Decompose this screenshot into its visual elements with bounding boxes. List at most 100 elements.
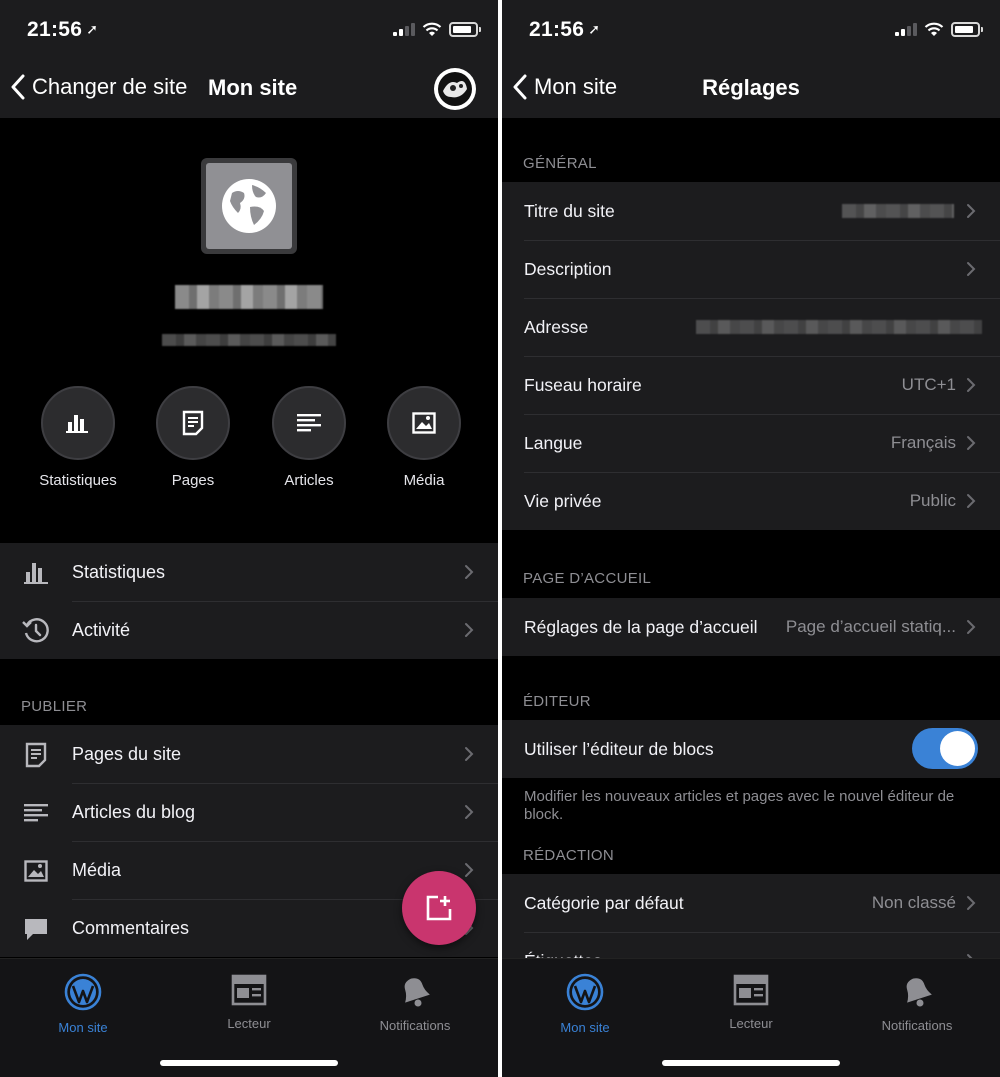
wifi-icon [422, 22, 442, 36]
pages-icon [156, 386, 230, 460]
list-item-statistiques[interactable]: Statistiques [0, 543, 498, 601]
setting-editeur-blocs: Utiliser l’éditeur de blocs [502, 720, 1000, 778]
setting-label: Utiliser l’éditeur de blocs [524, 738, 714, 759]
chevron-right-icon [465, 805, 474, 819]
list-item-label: Articles du blog [72, 801, 196, 822]
tab-bar: Mon site Lecteur Notifications [0, 958, 498, 1077]
setting-label: Langue [524, 432, 583, 453]
mon-site-screen: 21:56 ➚ Changer de site Mon site Statisti… [0, 0, 498, 1077]
setting-label: Réglages de la page d’accueil [524, 616, 758, 637]
tab-label: Mon site [58, 1020, 108, 1035]
status-time: 21:56 ➚ [27, 18, 99, 41]
setting-fuseau-horaire[interactable]: Fuseau horaire UTC+1 [502, 356, 1000, 414]
chevron-right-icon [967, 494, 976, 508]
site-icon[interactable] [201, 158, 297, 254]
signal-icon [895, 23, 917, 36]
bell-icon [906, 978, 932, 1007]
status-time: 21:56 ➚ [529, 18, 601, 41]
site-name-blurred [175, 285, 323, 309]
create-post-fab[interactable] [402, 871, 476, 945]
toggle-knob [940, 731, 975, 766]
chevron-right-icon [967, 620, 976, 634]
quick-action-label: Média [403, 472, 445, 489]
setting-titre-du-site[interactable]: Titre du site [502, 182, 1000, 240]
quick-action-articles[interactable]: Articles [254, 386, 364, 489]
pages-icon [22, 741, 50, 769]
setting-label: Vie privée [524, 490, 602, 511]
back-label: Changer de site [32, 74, 188, 99]
chevron-right-icon [967, 204, 976, 218]
tab-mon-site[interactable]: Mon site [18, 973, 148, 1035]
avatar[interactable] [434, 68, 476, 110]
tab-bar: Mon site Lecteur Notifications [502, 958, 1000, 1077]
section-header-redaction: RÉDACTION [523, 847, 615, 864]
wifi-icon [924, 22, 944, 36]
setting-adresse[interactable]: Adresse [502, 298, 1000, 356]
home-indicator[interactable] [662, 1060, 840, 1066]
list-item-activite[interactable]: Activité [0, 601, 498, 659]
tab-label: Notifications [881, 1018, 953, 1033]
battery-icon [449, 22, 481, 37]
status-bar: 21:56 ➚ [0, 0, 498, 62]
globe-icon [222, 179, 276, 233]
articles-icon [22, 799, 50, 827]
setting-label: Adresse [524, 316, 589, 337]
setting-value: Public [909, 491, 956, 510]
back-button[interactable]: Mon site [512, 74, 617, 100]
status-bar: 21:56 ➚ [502, 0, 1000, 62]
setting-label: Catégorie par défaut [524, 892, 684, 913]
setting-label: Description [524, 258, 612, 279]
quick-action-stats[interactable]: Statistiques [23, 386, 133, 489]
articles-icon [272, 386, 346, 460]
setting-categorie-par-defaut[interactable]: Catégorie par défaut Non classé [502, 874, 1000, 932]
quick-action-label: Statistiques [39, 472, 117, 489]
quick-action-pages[interactable]: Pages [138, 386, 248, 489]
quick-action-media[interactable]: Média [369, 386, 479, 489]
quick-action-label: Pages [171, 472, 215, 489]
editor-footnote: Modifier les nouveaux articles et pages … [524, 788, 955, 823]
setting-value: UTC+1 [901, 375, 956, 394]
new-post-icon [426, 895, 452, 921]
tab-notifications[interactable]: Notifications [350, 973, 480, 1033]
setting-description[interactable]: Description [502, 240, 1000, 298]
tab-label: Lecteur [729, 1016, 773, 1031]
setting-vie-privee[interactable]: Vie privée Public [502, 472, 1000, 530]
tab-label: Mon site [560, 1020, 610, 1035]
setting-value: Non classé [871, 893, 956, 912]
block-editor-toggle[interactable] [912, 728, 978, 769]
back-button[interactable]: Changer de site [10, 74, 187, 100]
nav-bar: Réglages Mon site [502, 62, 1000, 118]
homepage-settings-list: Réglages de la page d’accueil Page d’acc… [502, 598, 1000, 656]
bell-icon [404, 978, 430, 1007]
setting-value: Français [890, 433, 956, 452]
chevron-right-icon [465, 747, 474, 761]
status-icons [393, 22, 481, 37]
chevron-right-icon [967, 436, 976, 450]
home-indicator[interactable] [160, 1060, 338, 1066]
section-header-editeur: ÉDITEUR [523, 693, 591, 710]
page-title: Mon site [208, 75, 298, 100]
setting-page-accueil[interactable]: Réglages de la page d’accueil Page d’acc… [502, 598, 1000, 656]
section-header-general: GÉNÉRAL [523, 155, 597, 172]
chevron-left-icon [513, 74, 527, 100]
list-item-pages-du-site[interactable]: Pages du site [0, 725, 498, 783]
list-item-label: Activité [72, 619, 131, 640]
reader-icon [733, 974, 769, 1006]
section-header-page-accueil: PAGE D’ACCUEIL [523, 570, 652, 587]
list-item-label: Commentaires [72, 917, 190, 938]
tab-lecteur[interactable]: Lecteur [686, 973, 816, 1031]
tab-mon-site[interactable]: Mon site [520, 973, 650, 1035]
wordpress-icon [566, 973, 604, 1011]
list-item-label: Pages du site [72, 743, 182, 764]
chevron-right-icon [967, 378, 976, 392]
tab-label: Notifications [379, 1018, 451, 1033]
general-settings-list: Titre du site Description Adresse Fuseau… [502, 182, 1000, 530]
list-item-articles-du-blog[interactable]: Articles du blog [0, 783, 498, 841]
list-item-label: Statistiques [72, 561, 166, 582]
setting-label: Fuseau horaire [524, 374, 642, 395]
tab-notifications[interactable]: Notifications [852, 973, 982, 1033]
comment-icon [22, 915, 50, 943]
editor-settings-list: Utiliser l’éditeur de blocs [502, 720, 1000, 778]
tab-lecteur[interactable]: Lecteur [184, 973, 314, 1031]
setting-langue[interactable]: Langue Français [502, 414, 1000, 472]
